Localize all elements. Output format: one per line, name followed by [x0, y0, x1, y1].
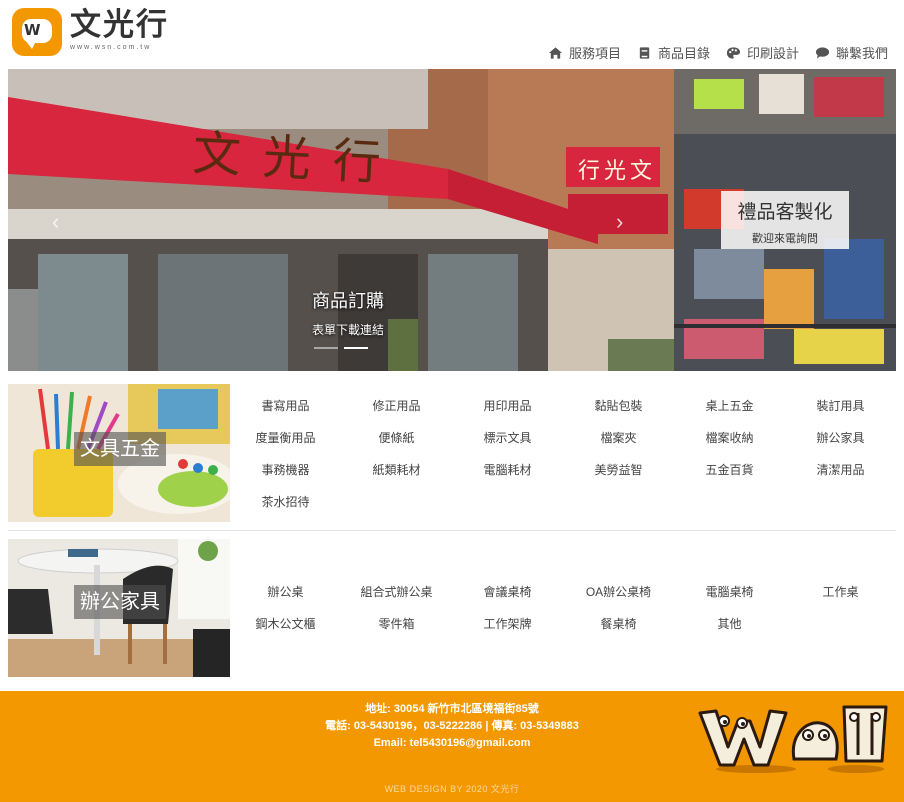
category-link[interactable]: 辦公桌	[230, 576, 341, 608]
slide-indicator-active[interactable]	[344, 347, 368, 349]
furniture-section: 辦公家具 辦公桌 組合式辦公桌 會議桌椅 OA辦公桌椅 電腦桌椅 工作桌 鋼木公…	[8, 539, 896, 679]
category-link[interactable]: 美勞益智	[563, 454, 674, 486]
category-link[interactable]: 檔案夾	[563, 422, 674, 454]
category-link[interactable]: 用印用品	[452, 390, 563, 422]
gift-subtitle: 歡迎來電詢問	[752, 233, 818, 245]
stationery-section: 文具五金 書寫用品 修正用品 用印用品 黏貼包裝 桌上五金 裝訂用具 度量衡用品…	[8, 384, 896, 524]
slide-caption: 商品訂購 表單下載連結	[298, 287, 398, 338]
caption-link[interactable]: 表單下載連結	[298, 321, 398, 338]
slide-indicator[interactable]	[314, 347, 338, 349]
nav-label: 服務項目	[568, 46, 621, 61]
category-link[interactable]: 修正用品	[341, 390, 452, 422]
category-link[interactable]: 書寫用品	[230, 390, 341, 422]
site-header: W 文光行 www.wsn.com.tw 服務項目 商品目錄 印刷設計 聯繫我們	[0, 0, 904, 68]
chevron-right-icon[interactable]: ›	[616, 209, 623, 235]
category-link[interactable]: 其他	[674, 608, 785, 640]
furniture-image[interactable]: 辦公家具	[8, 539, 230, 677]
category-link[interactable]: 電腦耗材	[452, 454, 563, 486]
site-logo[interactable]: W 文光行 www.wsn.com.tw	[12, 8, 169, 60]
site-footer: 地址: 30054 新竹市北區境福街85號 電話: 03-5430196，03-…	[0, 691, 904, 802]
caption-title: 商品訂購	[312, 291, 384, 311]
section-divider	[8, 530, 896, 531]
stationery-links: 書寫用品 修正用品 用印用品 黏貼包裝 桌上五金 裝訂用具 度量衡用品 便條紙 …	[230, 390, 896, 518]
category-link[interactable]: 裝訂用具	[785, 390, 896, 422]
category-link[interactable]: 桌上五金	[674, 390, 785, 422]
footer-address: 地址: 30054 新竹市北區境福街85號	[365, 703, 539, 715]
category-link[interactable]: 便條紙	[341, 422, 452, 454]
nav-item-catalog[interactable]: 商品目錄	[637, 43, 710, 62]
category-link[interactable]: 會議桌椅	[452, 576, 563, 608]
palette-icon	[726, 46, 741, 59]
gift-caption: 禮品客製化 歡迎來電詢問	[721, 191, 849, 249]
hero-slider[interactable]: 文光行 行光文 ‹ › 商品訂購 表單下載連結 禮品客製化 歡迎來電詢問	[8, 69, 896, 371]
contact-info: 地址: 30054 新竹市北區境福街85號 電話: 03-5430196，03-…	[300, 701, 604, 752]
category-link[interactable]: 清潔用品	[785, 454, 896, 486]
gift-title: 禮品客製化	[737, 202, 833, 223]
category-link[interactable]: 檔案收納	[674, 422, 785, 454]
nav-item-print-design[interactable]: 印刷設計	[726, 43, 799, 62]
category-link[interactable]: 黏貼包裝	[563, 390, 674, 422]
category-link[interactable]: 度量衡用品	[230, 422, 341, 454]
mascot-logo	[698, 705, 888, 773]
slide-indicators	[314, 347, 368, 349]
category-link[interactable]: 茶水招待	[230, 486, 341, 518]
logo-icon: W	[12, 8, 62, 56]
category-link[interactable]: 紙類耗材	[341, 454, 452, 486]
category-link[interactable]: 組合式辦公桌	[341, 576, 452, 608]
furniture-label: 辦公家具	[74, 585, 166, 619]
book-icon	[639, 46, 650, 59]
footer-phone: 電話: 03-5430196，03-5222286 | 傳真: 03-53498…	[325, 720, 579, 732]
logo-letter: W	[24, 21, 41, 39]
category-link[interactable]: 電腦桌椅	[674, 576, 785, 608]
store-sign-text: 文光行	[191, 125, 405, 193]
stationery-label: 文具五金	[74, 432, 166, 466]
nav-label: 聯繫我們	[835, 46, 888, 61]
category-link[interactable]: 工作架牌	[452, 608, 563, 640]
category-link[interactable]: OA辦公桌椅	[563, 576, 674, 608]
category-link[interactable]: 五金百貨	[674, 454, 785, 486]
category-link[interactable]: 零件箱	[341, 608, 452, 640]
category-link[interactable]: 辦公家具	[785, 422, 896, 454]
furniture-links: 辦公桌 組合式辦公桌 會議桌椅 OA辦公桌椅 電腦桌椅 工作桌 鋼木公文櫃 零件…	[230, 576, 896, 640]
nav-item-contact[interactable]: 聯繫我們	[815, 43, 888, 62]
logo-url: www.wsn.com.tw	[70, 44, 152, 51]
nav-label: 商品目錄	[657, 46, 710, 61]
stationery-image[interactable]: 文具五金	[8, 384, 230, 522]
nav-item-services[interactable]: 服務項目	[548, 43, 621, 62]
category-link[interactable]: 事務機器	[230, 454, 341, 486]
chat-icon	[815, 46, 830, 59]
footer-email[interactable]: Email: tel5430196@gmail.com	[300, 735, 604, 752]
footer-credit: WEB DESIGN BY 2020 文光行	[384, 784, 520, 794]
main-nav: 服務項目 商品目錄 印刷設計 聯繫我們	[548, 43, 888, 62]
category-link[interactable]: 工作桌	[785, 576, 896, 608]
nav-label: 印刷設計	[746, 46, 799, 61]
category-link[interactable]: 餐桌椅	[563, 608, 674, 640]
home-icon	[548, 46, 562, 59]
category-link[interactable]: 鋼木公文櫃	[230, 608, 341, 640]
logo-title: 文光行	[70, 7, 169, 43]
chevron-left-icon[interactable]: ‹	[52, 209, 59, 235]
store-sign-small-text: 行光文	[578, 159, 657, 184]
category-link[interactable]: 標示文具	[452, 422, 563, 454]
